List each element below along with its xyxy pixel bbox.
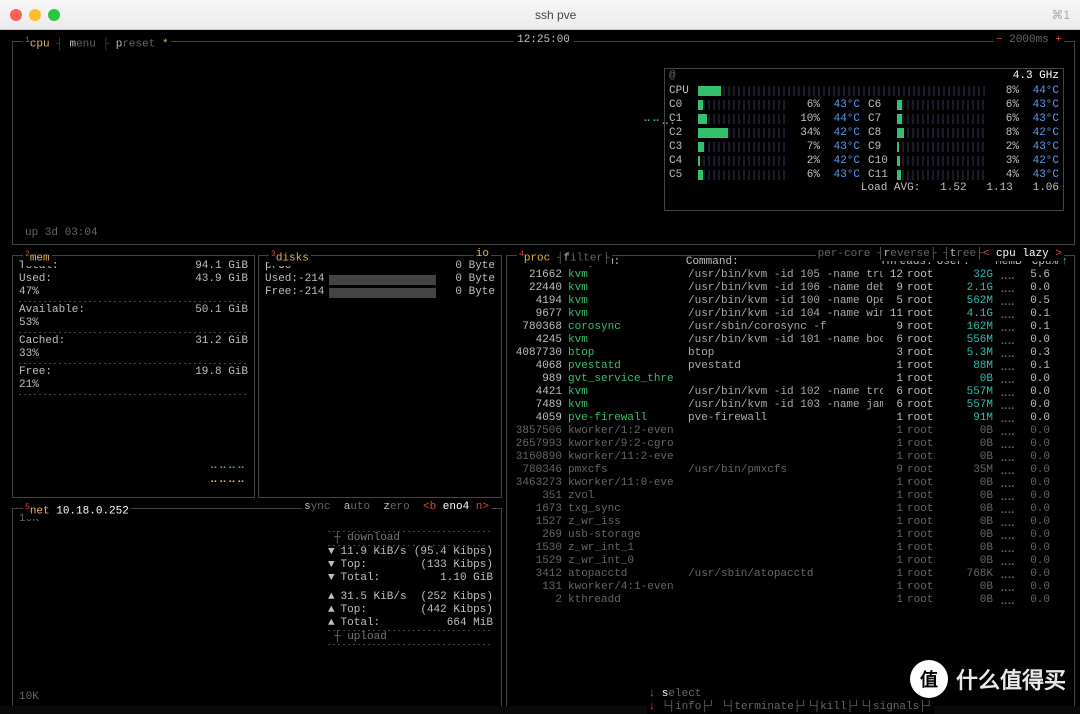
- mem-pct: 47%: [13, 286, 254, 299]
- uptime: up 3d 03:04: [25, 227, 98, 240]
- process-row[interactable]: 4421kvm/usr/bin/kvm -id 102 -name troja6…: [507, 386, 1074, 399]
- cpu-panel-title: 1cpu ┤ menu ├ preset *: [23, 34, 171, 52]
- net-scale-bottom: 10K: [19, 691, 39, 704]
- mem-panel: 2mem Total:94.1 GiBUsed:43.9 GiB47%Avail…: [12, 255, 255, 498]
- minimize-icon[interactable]: [29, 9, 41, 21]
- process-row[interactable]: 2kthreadd1root0B⠀⣀⣀0.0: [507, 594, 1074, 607]
- process-row[interactable]: 780346pmxcfs/usr/bin/pmxcfs9root35M⠀⣀⣀0.…: [507, 464, 1074, 477]
- cpu-core-row: C76%43°C: [864, 112, 1063, 126]
- mem-row: Available:50.1 GiB: [13, 304, 254, 317]
- zoom-icon[interactable]: [48, 9, 60, 21]
- process-row[interactable]: 3463273kworker/11:0-eve1root0B⠀⣀⣀0.0: [507, 477, 1074, 490]
- process-row[interactable]: 4087730btopbtop3root5.3M⠀⣀⣀0.3: [507, 347, 1074, 360]
- process-row[interactable]: 989gvt_service_thre1root0B⠀⣀⣀0.0: [507, 373, 1074, 386]
- disk-row: Free:-2140 Byte: [259, 286, 501, 299]
- process-row[interactable]: 1530z_wr_int_11root0B⠀⣀⣀0.0: [507, 542, 1074, 555]
- cpu-core-row: C06%43°C: [665, 98, 864, 112]
- mem-pct: 33%: [13, 348, 254, 361]
- cpu-core-row: C88%42°C: [864, 126, 1063, 140]
- proc-sort-options[interactable]: per-core ┤reverse├ ┤tree├< cpu lazy >: [816, 248, 1064, 261]
- cpu-panel: 1cpu ┤ menu ├ preset * 12:25:00 − 2000ms…: [12, 41, 1075, 245]
- cpu-total-row: CPU 8% 44°C: [665, 84, 1063, 98]
- process-row[interactable]: 780368corosync/usr/sbin/corosync -f9root…: [507, 321, 1074, 334]
- cpu-frequency: 4.3 GHz: [1013, 70, 1059, 83]
- disk-row: Used:-2140 Byte: [259, 273, 501, 286]
- process-row[interactable]: 9677kvm/usr/bin/kvm -id 104 -name win101…: [507, 308, 1074, 321]
- net-panel: 5net 10.18.0.252 sync auto zero <b eno4 …: [12, 508, 502, 706]
- process-row[interactable]: 351zvol1root0B⠀⣀⣀0.0: [507, 490, 1074, 503]
- mem-row: Free:19.8 GiB: [13, 366, 254, 379]
- disks-panel: 3disks io proc0 ByteUsed:-2140 ByteFree:…: [258, 255, 502, 498]
- proc-footer: ↓ select ↓ └┤info├┘ └┤terminate├┘└┤kill├…: [647, 688, 935, 714]
- close-icon[interactable]: [10, 9, 22, 21]
- clock: 12:25:00: [513, 34, 574, 47]
- cpu-core-row: C42%42°C: [665, 154, 864, 168]
- cpu-core-row: C110%44°C: [665, 112, 864, 126]
- process-row[interactable]: 1529z_wr_int_01root0B⠀⣀⣀0.0: [507, 555, 1074, 568]
- window-shortcut: ⌘1: [1051, 8, 1070, 22]
- process-row[interactable]: 4245kvm/usr/bin/kvm -id 101 -name bookw6…: [507, 334, 1074, 347]
- process-row[interactable]: 3160890kworker/11:2-eve1root0B⠀⣀⣀0.0: [507, 451, 1074, 464]
- load-average: Load AVG: 1.52 1.13 1.06: [665, 182, 1063, 195]
- window-titlebar: ssh pve ⌘1: [0, 0, 1080, 30]
- cpu-core-row: C37%43°C: [665, 140, 864, 154]
- cpu-core-row: C56%43°C: [665, 168, 864, 182]
- proc-panel: 4proc ┤filter├ per-core ┤reverse├ ┤tree├…: [506, 255, 1075, 706]
- process-row[interactable]: 21662kvm/usr/bin/kvm -id 105 -name truen…: [507, 269, 1074, 282]
- process-row[interactable]: 269usb-storage1root0B⠀⣀⣀0.0: [507, 529, 1074, 542]
- process-row[interactable]: 4068pvestatdpvestatd1root88M⠀⣀⣀0.1: [507, 360, 1074, 373]
- process-row[interactable]: 22440kvm/usr/bin/kvm -id 106 -name debia…: [507, 282, 1074, 295]
- process-row[interactable]: 4059pve-firewallpve-firewall1root91M⠀⣀⣀0…: [507, 412, 1074, 425]
- process-row[interactable]: 3857506kworker/1:2-even1root0B⠀⣀⣀0.0: [507, 425, 1074, 438]
- traffic-lights: [10, 9, 60, 21]
- process-row[interactable]: 1527z_wr_iss1root0B⠀⣀⣀0.0: [507, 516, 1074, 529]
- mem-row: Cached:31.2 GiB: [13, 335, 254, 348]
- process-row[interactable]: 2657993kworker/9:2-cgro1root0B⠀⣀⣀0.0: [507, 438, 1074, 451]
- mem-pct: 21%: [13, 379, 254, 392]
- cpu-core-row: C234%42°C: [665, 126, 864, 140]
- process-row[interactable]: 3412atopacctd/usr/sbin/atopacctd1root768…: [507, 568, 1074, 581]
- process-row[interactable]: 7489kvm/usr/bin/kvm -id 103 -name jammy6…: [507, 399, 1074, 412]
- update-interval[interactable]: − 2000ms +: [994, 34, 1064, 47]
- mem-row: Used:43.9 GiB: [13, 273, 254, 286]
- cpu-core-row: C66%43°C: [864, 98, 1063, 112]
- cpu-core-row: C114%43°C: [864, 168, 1063, 182]
- cpu-details: @ 4.3 GHz CPU 8% 44°C C06%43°CC110%44°CC…: [664, 68, 1064, 211]
- process-row[interactable]: 131kworker/4:1-even1root0B⠀⣀⣀0.0: [507, 581, 1074, 594]
- watermark: 值 什么值得买: [910, 660, 1066, 698]
- cpu-core-row: C103%42°C: [864, 154, 1063, 168]
- cpu-core-row: C92%43°C: [864, 140, 1063, 154]
- process-row[interactable]: 4194kvm/usr/bin/kvm -id 100 -name OpenW5…: [507, 295, 1074, 308]
- window-title: ssh pve: [60, 8, 1051, 22]
- mem-pct: 53%: [13, 317, 254, 330]
- process-row[interactable]: 1673txg_sync1root0B⠀⣀⣀0.0: [507, 503, 1074, 516]
